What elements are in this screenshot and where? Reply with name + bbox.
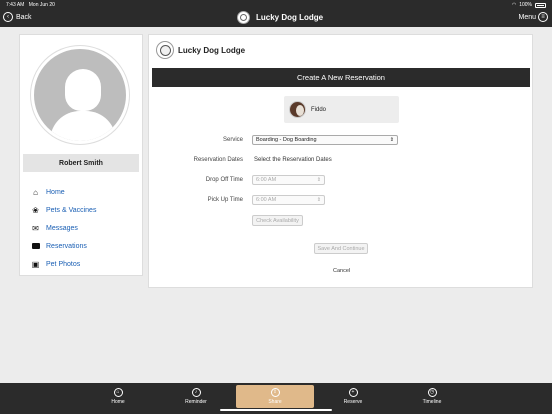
- bell-icon: ♪: [191, 388, 201, 397]
- sidebar-item-label: Messages: [46, 224, 78, 232]
- avatar-head-shape: [65, 69, 101, 111]
- reservation-title-bar: Create A New Reservation: [152, 68, 530, 87]
- sidebar-item-messages[interactable]: ✉ Messages: [31, 219, 96, 237]
- sidebar-item-label: Pet Photos: [46, 260, 81, 268]
- pickup-value: 6:00 AM: [256, 197, 277, 203]
- plus-icon: +: [348, 388, 358, 397]
- pet-selector[interactable]: Fiddo: [284, 96, 399, 123]
- sidebar-item-pet-photos[interactable]: ▣ Pet Photos: [31, 255, 96, 273]
- tab-label: Reminder: [185, 399, 207, 405]
- user-name: Robert Smith: [23, 154, 139, 172]
- tab-home[interactable]: ⌂ Home: [79, 385, 157, 408]
- card-header: Lucky Dog Lodge: [156, 41, 245, 59]
- tab-label: Timeline: [422, 399, 442, 405]
- dropoff-time-select[interactable]: 6:00 AM ⇕: [252, 175, 325, 185]
- avatar-body-shape: [50, 111, 116, 141]
- back-label: Back: [16, 13, 32, 21]
- status-right: ◠ 100%: [512, 2, 546, 8]
- pickup-label: Pick Up Time: [207, 197, 243, 203]
- status-bar: 7:43 AM Mon Jun 20 ◠ 100%: [0, 0, 552, 9]
- profile-sidebar: Robert Smith ⌂ Home ❀ Pets & Vaccines ✉ …: [19, 34, 143, 276]
- tab-label: Share: [268, 399, 282, 405]
- calendar-icon: [31, 242, 40, 251]
- chevron-updown-icon: ⇕: [316, 177, 321, 183]
- status-date: Mon Jun 20: [28, 2, 55, 8]
- chevron-updown-icon: ⇕: [316, 197, 321, 203]
- dropoff-label: Drop Off Time: [205, 177, 243, 183]
- save-continue-button[interactable]: Save And Continue: [314, 243, 368, 254]
- photos-icon: ▣: [31, 259, 40, 269]
- status-left: 7:43 AM Mon Jun 20: [6, 2, 55, 8]
- service-value: Boarding - Dog Boarding: [256, 137, 317, 143]
- paw-icon: ❀: [32, 205, 39, 215]
- tab-reminder[interactable]: ♪ Reminder: [157, 385, 235, 408]
- home-indicator: [220, 409, 332, 411]
- pet-name: Fiddo: [311, 106, 327, 113]
- tab-label: Reserve: [343, 399, 363, 405]
- tab-share[interactable]: ⇪ Share: [236, 385, 314, 408]
- sidebar-item-reservations[interactable]: Reservations: [31, 237, 96, 255]
- timeline-icon: ◷: [427, 388, 437, 397]
- sidebar-item-label: Home: [46, 188, 65, 196]
- card-header-title: Lucky Dog Lodge: [178, 45, 246, 55]
- menu-button[interactable]: Menu ≡: [518, 12, 548, 22]
- sidebar-item-label: Pets & Vaccines: [46, 206, 97, 214]
- home-icon: ⌂: [113, 388, 123, 397]
- service-label: Service: [222, 137, 243, 143]
- share-icon: ⇪: [270, 388, 280, 397]
- menu-icon: ≡: [538, 12, 548, 22]
- tab-reserve[interactable]: + Reserve: [314, 385, 392, 408]
- reservation-card: Lucky Dog Lodge Create A New Reservation…: [148, 34, 533, 288]
- top-nav-bar: ‹ Back Lucky Dog Lodge Menu ≡: [0, 9, 552, 27]
- tab-label: Home: [111, 399, 125, 405]
- avatar[interactable]: [31, 46, 129, 144]
- sidebar-item-home[interactable]: ⌂ Home: [31, 183, 96, 201]
- lodge-logo-icon: [237, 11, 250, 24]
- battery-icon: [535, 2, 546, 8]
- dropoff-value: 6:00 AM: [256, 177, 277, 183]
- pickup-time-select[interactable]: 6:00 AM ⇕: [252, 195, 325, 205]
- sidebar-item-label: Reservations: [46, 242, 87, 250]
- pet-photo: [289, 101, 306, 118]
- dates-label: Reservation Dates: [193, 157, 243, 163]
- status-time: 7:43 AM: [6, 2, 25, 8]
- sidebar-item-pets-vaccines[interactable]: ❀ Pets & Vaccines: [31, 201, 96, 219]
- menu-label: Menu: [518, 13, 536, 21]
- wifi-icon: ◠: [511, 2, 517, 8]
- battery-percent: 100%: [519, 2, 532, 8]
- dates-select-link[interactable]: Select the Reservation Dates: [254, 157, 332, 163]
- nav-title-group: Lucky Dog Lodge: [237, 11, 323, 24]
- chevron-updown-icon: ⇕: [389, 137, 394, 143]
- cancel-link[interactable]: Cancel: [333, 268, 350, 274]
- home-icon: ⌂: [33, 187, 38, 197]
- back-button[interactable]: ‹ Back: [3, 12, 32, 22]
- envelope-icon: ✉: [32, 223, 39, 233]
- nav-title: Lucky Dog Lodge: [256, 13, 324, 22]
- chevron-left-icon: ‹: [3, 12, 13, 22]
- lodge-logo-icon: [156, 41, 174, 59]
- tab-timeline[interactable]: ◷ Timeline: [393, 385, 471, 408]
- sidebar-nav: ⌂ Home ❀ Pets & Vaccines ✉ Messages Rese…: [31, 183, 96, 273]
- service-select[interactable]: Boarding - Dog Boarding ⇕: [252, 135, 398, 145]
- check-availability-button[interactable]: Check Availability: [252, 215, 303, 226]
